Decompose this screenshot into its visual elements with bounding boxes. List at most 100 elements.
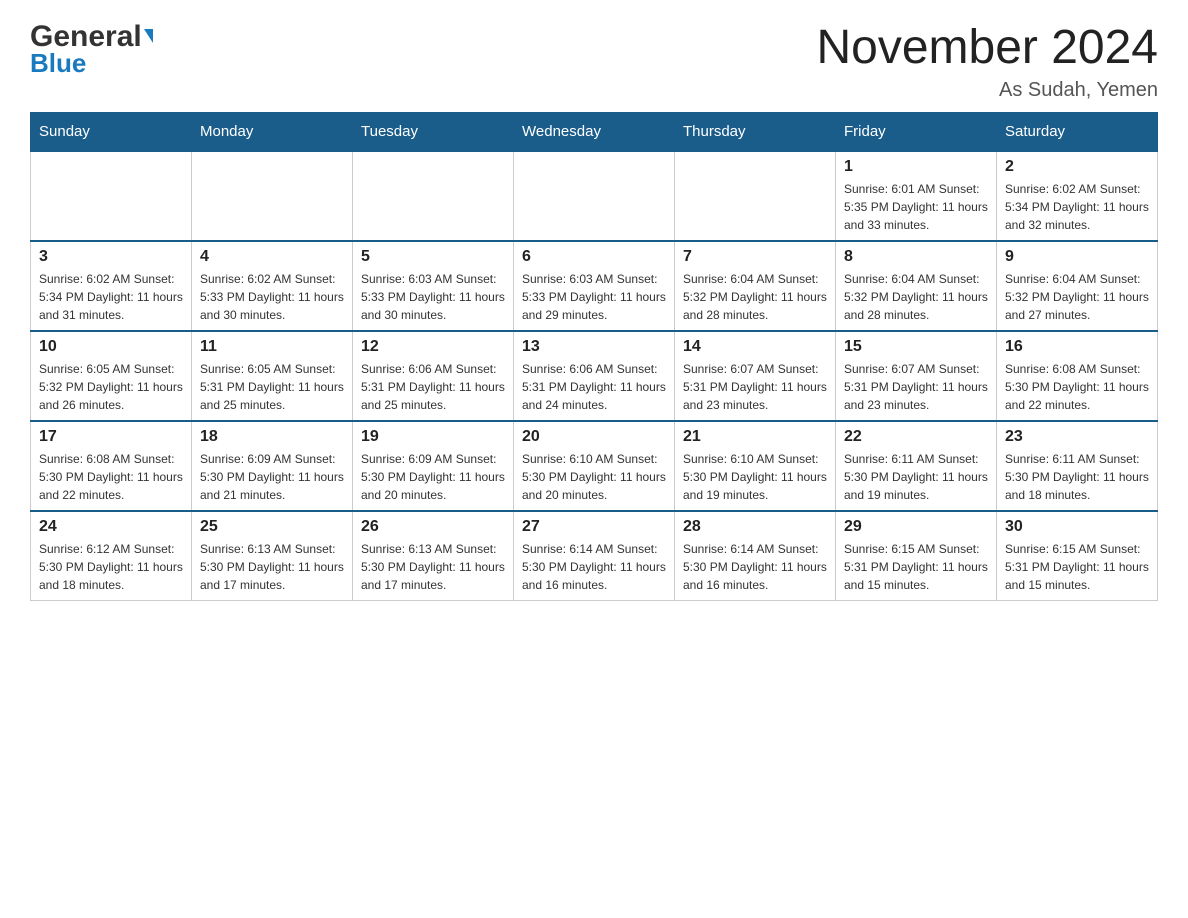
day-number: 3: [39, 248, 183, 266]
calendar-cell: 27 Sunrise: 6:14 AM Sunset: 5:30 PM Dayli…: [514, 511, 675, 601]
calendar-cell: 18Sunrise: 6:09 AM Sunset: 5:30 PM Dayli…: [192, 421, 353, 511]
day-info: Sunrise: 6:09 AM Sunset: 5:30 PM Dayligh…: [200, 450, 344, 504]
calendar-cell: 3 Sunrise: 6:02 AM Sunset: 5:34 PM Daylig…: [31, 241, 192, 331]
day-info: Sunrise: 6:02 AM Sunset: 5:34 PM Dayligh…: [1005, 180, 1149, 234]
calendar-cell: 19 Sunrise: 6:09 AM Sunset: 5:30 PM Dayli…: [353, 421, 514, 511]
day-info: Sunrise: 6:10 AM Sunset: 5:30 PM Dayligh…: [522, 450, 666, 504]
day-number: 22: [844, 428, 988, 446]
day-number: 24: [39, 518, 183, 536]
column-header-sunday: Sunday: [31, 113, 192, 152]
day-info: Sunrise: 6:01 AM Sunset: 5:35 PM Dayligh…: [844, 180, 988, 234]
calendar-week-5: 24 Sunrise: 6:12 AM Sunset: 5:30 PM Dayli…: [31, 511, 1158, 601]
day-info: Sunrise: 6:04 AM Sunset: 5:32 PM Dayligh…: [844, 270, 988, 324]
day-number: 25: [200, 518, 344, 536]
day-info: Sunrise: 6:05 AM Sunset: 5:32 PM Dayligh…: [39, 360, 183, 414]
column-header-monday: Monday: [192, 113, 353, 152]
calendar-cell: 30Sunrise: 6:15 AM Sunset: 5:31 PM Dayli…: [997, 511, 1158, 601]
day-info: Sunrise: 6:11 AM Sunset: 5:30 PM Dayligh…: [1005, 450, 1149, 504]
day-number: 27: [522, 518, 666, 536]
calendar-cell: 11Sunrise: 6:05 AM Sunset: 5:31 PM Dayli…: [192, 331, 353, 421]
column-header-thursday: Thursday: [675, 113, 836, 152]
calendar-cell: 5 Sunrise: 6:03 AM Sunset: 5:33 PM Daylig…: [353, 241, 514, 331]
calendar-cell: 26 Sunrise: 6:13 AM Sunset: 5:30 PM Dayli…: [353, 511, 514, 601]
day-info: Sunrise: 6:02 AM Sunset: 5:34 PM Dayligh…: [39, 270, 183, 324]
day-info: Sunrise: 6:07 AM Sunset: 5:31 PM Dayligh…: [683, 360, 827, 414]
calendar-week-2: 3 Sunrise: 6:02 AM Sunset: 5:34 PM Daylig…: [31, 241, 1158, 331]
calendar-cell: 2 Sunrise: 6:02 AM Sunset: 5:34 PM Daylig…: [997, 151, 1158, 241]
day-info: Sunrise: 6:03 AM Sunset: 5:33 PM Dayligh…: [361, 270, 505, 324]
calendar-cell: 23 Sunrise: 6:11 AM Sunset: 5:30 PM Dayli…: [997, 421, 1158, 511]
calendar-cell: [675, 151, 836, 241]
day-number: 29: [844, 518, 988, 536]
calendar-cell: 13Sunrise: 6:06 AM Sunset: 5:31 PM Dayli…: [514, 331, 675, 421]
day-number: 5: [361, 248, 505, 266]
calendar-cell: 29 Sunrise: 6:15 AM Sunset: 5:31 PM Dayli…: [836, 511, 997, 601]
day-number: 26: [361, 518, 505, 536]
calendar-cell: [192, 151, 353, 241]
day-info: Sunrise: 6:13 AM Sunset: 5:30 PM Dayligh…: [361, 540, 505, 594]
calendar-cell: 21Sunrise: 6:10 AM Sunset: 5:30 PM Dayli…: [675, 421, 836, 511]
day-number: 20: [522, 428, 666, 446]
day-info: Sunrise: 6:12 AM Sunset: 5:30 PM Dayligh…: [39, 540, 183, 594]
day-info: Sunrise: 6:11 AM Sunset: 5:30 PM Dayligh…: [844, 450, 988, 504]
column-header-wednesday: Wednesday: [514, 113, 675, 152]
day-info: Sunrise: 6:03 AM Sunset: 5:33 PM Dayligh…: [522, 270, 666, 324]
calendar-cell: 12 Sunrise: 6:06 AM Sunset: 5:31 PM Dayli…: [353, 331, 514, 421]
day-number: 15: [844, 338, 988, 356]
location-subtitle: As Sudah, Yemen: [816, 79, 1158, 102]
day-number: 28: [683, 518, 827, 536]
page-title: November 2024: [816, 20, 1158, 75]
day-number: 19: [361, 428, 505, 446]
calendar-cell: 25 Sunrise: 6:13 AM Sunset: 5:30 PM Dayli…: [192, 511, 353, 601]
day-info: Sunrise: 6:07 AM Sunset: 5:31 PM Dayligh…: [844, 360, 988, 414]
day-number: 17: [39, 428, 183, 446]
calendar-cell: 20 Sunrise: 6:10 AM Sunset: 5:30 PM Dayli…: [514, 421, 675, 511]
day-number: 7: [683, 248, 827, 266]
day-info: Sunrise: 6:06 AM Sunset: 5:31 PM Dayligh…: [361, 360, 505, 414]
day-info: Sunrise: 6:15 AM Sunset: 5:31 PM Dayligh…: [844, 540, 988, 594]
day-info: Sunrise: 6:14 AM Sunset: 5:30 PM Dayligh…: [683, 540, 827, 594]
calendar-cell: 14 Sunrise: 6:07 AM Sunset: 5:31 PM Dayli…: [675, 331, 836, 421]
day-info: Sunrise: 6:08 AM Sunset: 5:30 PM Dayligh…: [39, 450, 183, 504]
calendar-week-3: 10 Sunrise: 6:05 AM Sunset: 5:32 PM Dayli…: [31, 331, 1158, 421]
day-info: Sunrise: 6:04 AM Sunset: 5:32 PM Dayligh…: [683, 270, 827, 324]
day-number: 12: [361, 338, 505, 356]
calendar-cell: [31, 151, 192, 241]
page-header: General Blue November 2024 As Sudah, Yem…: [30, 20, 1158, 102]
day-number: 13: [522, 338, 666, 356]
day-info: Sunrise: 6:13 AM Sunset: 5:30 PM Dayligh…: [200, 540, 344, 594]
calendar-cell: 16 Sunrise: 6:08 AM Sunset: 5:30 PM Dayli…: [997, 331, 1158, 421]
calendar-cell: 22 Sunrise: 6:11 AM Sunset: 5:30 PM Dayli…: [836, 421, 997, 511]
calendar-cell: 15 Sunrise: 6:07 AM Sunset: 5:31 PM Dayli…: [836, 331, 997, 421]
day-info: Sunrise: 6:09 AM Sunset: 5:30 PM Dayligh…: [361, 450, 505, 504]
column-header-saturday: Saturday: [997, 113, 1158, 152]
day-number: 23: [1005, 428, 1149, 446]
calendar-cell: [353, 151, 514, 241]
day-number: 8: [844, 248, 988, 266]
day-number: 2: [1005, 158, 1149, 176]
day-number: 6: [522, 248, 666, 266]
calendar-cell: 1Sunrise: 6:01 AM Sunset: 5:35 PM Daylig…: [836, 151, 997, 241]
calendar-week-4: 17 Sunrise: 6:08 AM Sunset: 5:30 PM Dayli…: [31, 421, 1158, 511]
calendar-week-1: 1Sunrise: 6:01 AM Sunset: 5:35 PM Daylig…: [31, 151, 1158, 241]
day-info: Sunrise: 6:04 AM Sunset: 5:32 PM Dayligh…: [1005, 270, 1149, 324]
title-section: November 2024 As Sudah, Yemen: [816, 20, 1158, 102]
logo-arrow-icon: [144, 29, 153, 43]
calendar-cell: 4 Sunrise: 6:02 AM Sunset: 5:33 PM Daylig…: [192, 241, 353, 331]
day-number: 10: [39, 338, 183, 356]
calendar-header-row: SundayMondayTuesdayWednesdayThursdayFrid…: [31, 113, 1158, 152]
day-number: 16: [1005, 338, 1149, 356]
day-info: Sunrise: 6:08 AM Sunset: 5:30 PM Dayligh…: [1005, 360, 1149, 414]
day-info: Sunrise: 6:14 AM Sunset: 5:30 PM Dayligh…: [522, 540, 666, 594]
day-number: 21: [683, 428, 827, 446]
day-info: Sunrise: 6:02 AM Sunset: 5:33 PM Dayligh…: [200, 270, 344, 324]
day-number: 14: [683, 338, 827, 356]
column-header-tuesday: Tuesday: [353, 113, 514, 152]
day-number: 4: [200, 248, 344, 266]
calendar-cell: 7 Sunrise: 6:04 AM Sunset: 5:32 PM Daylig…: [675, 241, 836, 331]
calendar-cell: 9Sunrise: 6:04 AM Sunset: 5:32 PM Daylig…: [997, 241, 1158, 331]
calendar-cell: 17 Sunrise: 6:08 AM Sunset: 5:30 PM Dayli…: [31, 421, 192, 511]
day-info: Sunrise: 6:15 AM Sunset: 5:31 PM Dayligh…: [1005, 540, 1149, 594]
calendar-cell: 6 Sunrise: 6:03 AM Sunset: 5:33 PM Daylig…: [514, 241, 675, 331]
column-header-friday: Friday: [836, 113, 997, 152]
